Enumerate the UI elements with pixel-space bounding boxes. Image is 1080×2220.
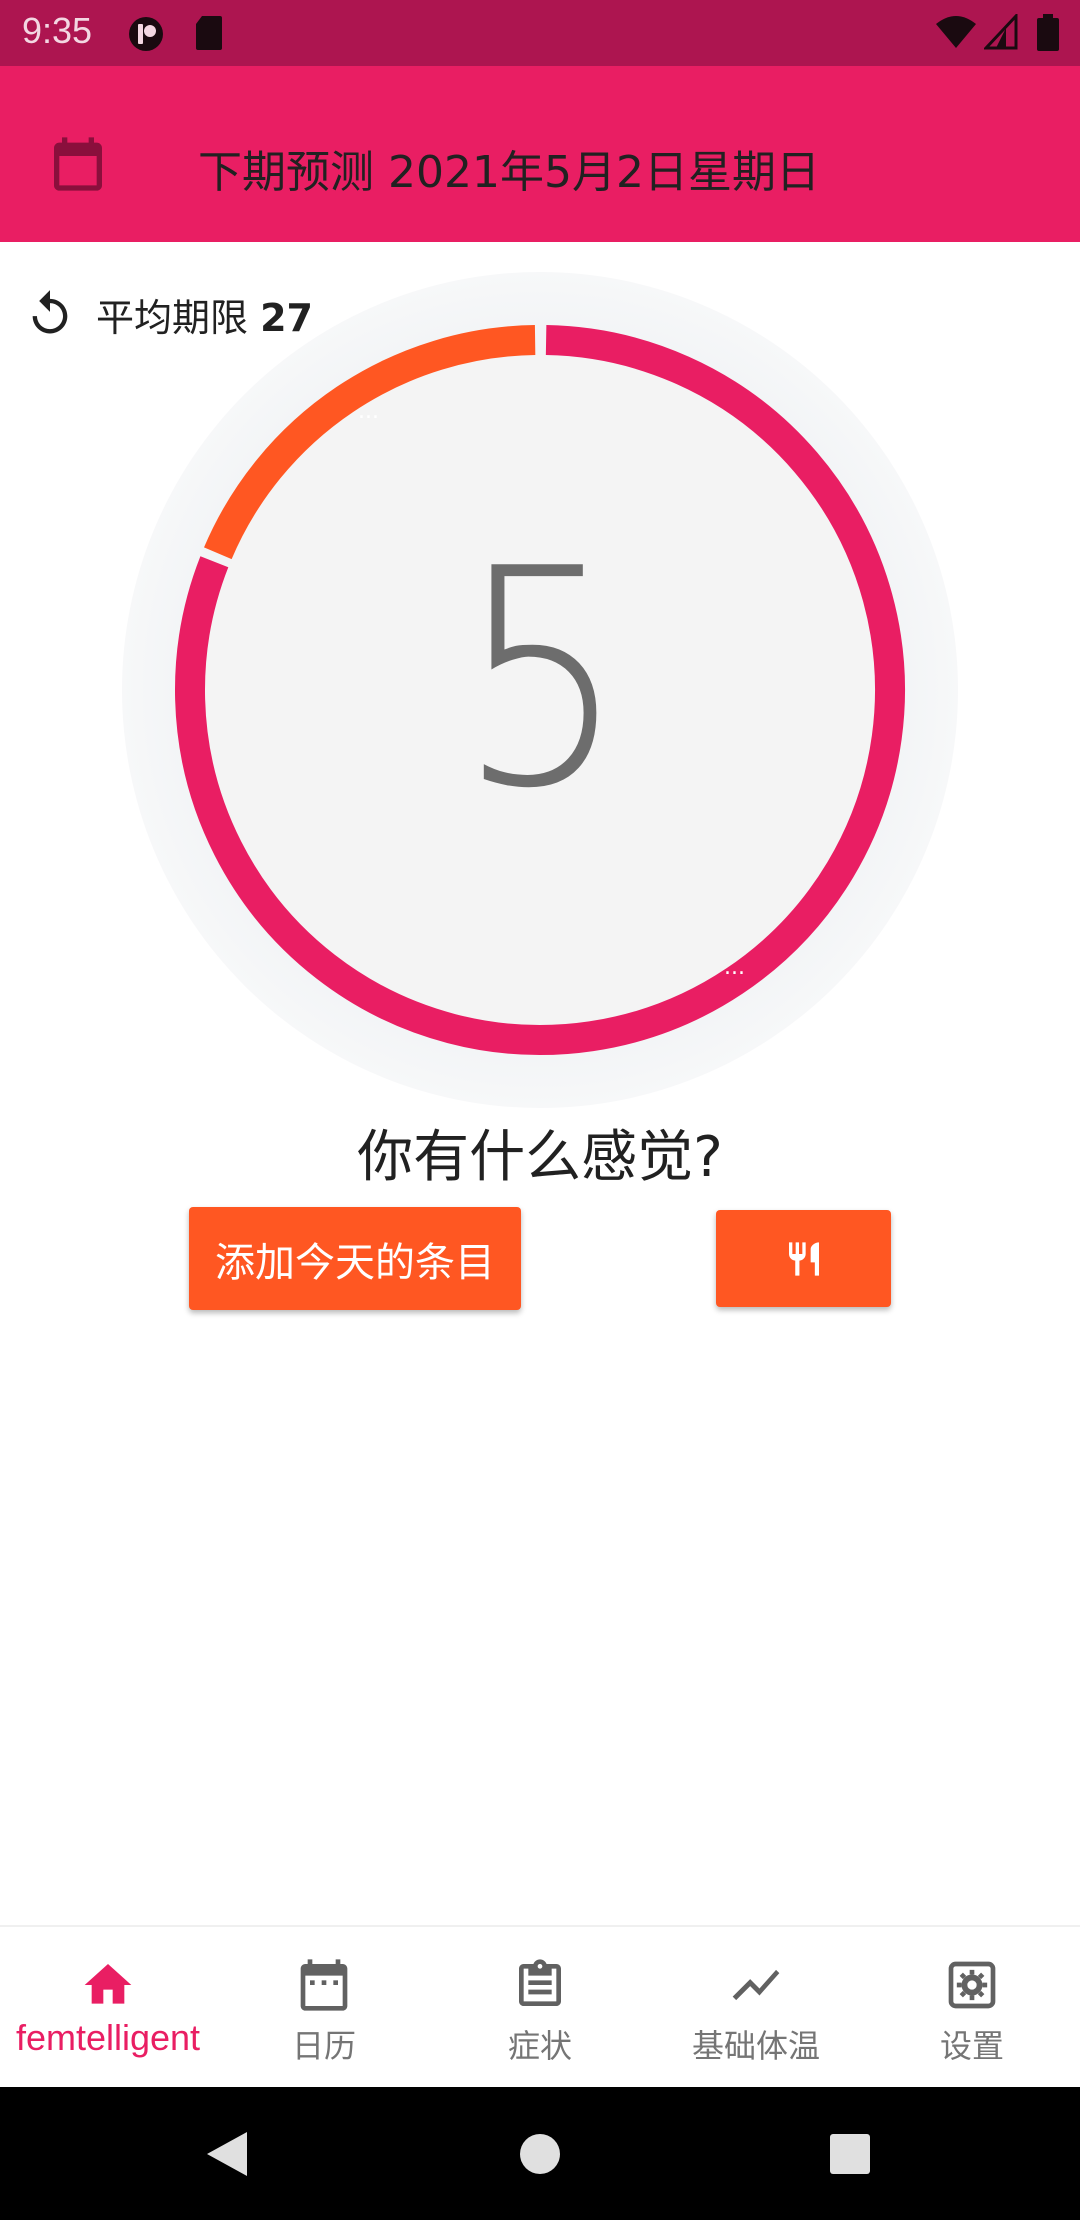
settings-icon: [948, 1961, 996, 2009]
nav-item-settings[interactable]: 设置: [864, 1927, 1080, 2089]
calendar-icon: [300, 1959, 348, 2011]
nav-item-calendar[interactable]: 日历: [216, 1927, 432, 2089]
home-icon: [84, 1964, 132, 2004]
nav-item-label: femtelligent: [15, 2017, 201, 2058]
system-navigation-bar: [0, 2087, 1080, 2220]
average-cycle-value: 27: [260, 295, 313, 340]
nav-item-label: 基础体温: [691, 2027, 820, 2065]
status-bar: 9:35: [0, 0, 1080, 66]
clipboard-icon: [519, 1959, 561, 2006]
nav-item-basal-temperature[interactable]: 基础体温: [648, 1927, 864, 2089]
calendar-icon[interactable]: [46, 132, 110, 196]
how-do-you-feel-question: 你有什么感觉?: [357, 1125, 723, 1190]
average-cycle-length: 平均期限 27: [24, 286, 313, 342]
fork-knife-icon: [788, 1241, 819, 1276]
notification-app-icon: [129, 17, 163, 51]
next-period-prediction-title: 下期预测 2021年5月2日星期日: [198, 147, 820, 198]
signal-icon: [984, 14, 1018, 50]
back-button[interactable]: [167, 2087, 287, 2220]
home-circle-icon: [520, 2133, 560, 2174]
app-bar: 下期预测 2021年5月2日星期日: [0, 66, 1080, 242]
average-cycle-label: 平均期限: [96, 295, 249, 340]
segment-dots-marker: ...: [358, 399, 379, 424]
add-today-entry-button[interactable]: 添加今天的条目: [189, 1207, 521, 1310]
battery-icon: [1037, 14, 1059, 51]
cycle-ring[interactable]: ... ... 5: [120, 270, 960, 1110]
refresh-icon: [32, 290, 68, 334]
wifi-icon: [936, 16, 976, 48]
trending-line-icon: [732, 1969, 780, 2001]
home-button[interactable]: [480, 2087, 600, 2220]
current-cycle-day: 5: [457, 505, 626, 854]
nav-item-label: 日历: [291, 2027, 356, 2065]
status-time: 9:35: [22, 10, 93, 51]
food-button[interactable]: [716, 1210, 891, 1307]
recents-square-icon: [830, 2133, 870, 2174]
nav-item-home[interactable]: femtelligent: [0, 1927, 216, 2089]
segment-dots-marker: ...: [724, 955, 745, 980]
nav-item-symptoms[interactable]: 症状: [432, 1927, 648, 2089]
recents-button[interactable]: [790, 2087, 910, 2220]
bottom-navigation: femtelligent 日历 症状 基础体温 设置: [0, 1925, 1080, 2089]
nav-item-label: 症状: [507, 2027, 572, 2065]
sd-card-icon: [196, 16, 222, 50]
back-triangle-icon: [207, 2131, 247, 2176]
nav-item-label: 设置: [939, 2027, 1004, 2065]
